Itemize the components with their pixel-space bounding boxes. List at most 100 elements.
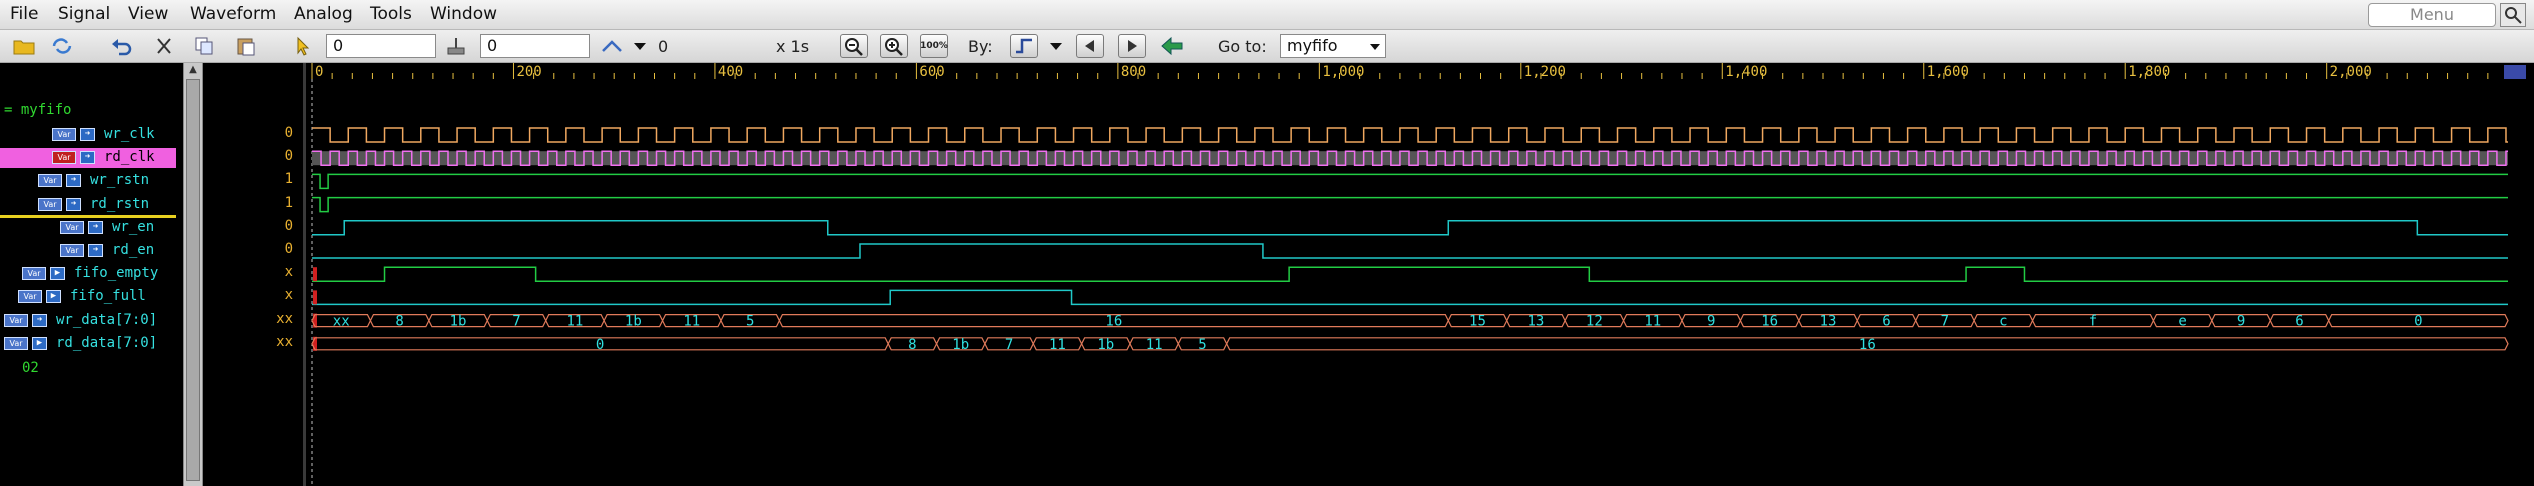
toolbar: 0 0 0 x 1s 100% By: Go to: myfifo xyxy=(0,30,2534,63)
var-icon: Var xyxy=(38,174,62,188)
search-icon[interactable] xyxy=(2500,3,2526,27)
zoom-in-icon[interactable] xyxy=(880,34,908,58)
bus-value: f xyxy=(2089,314,2097,330)
copy-icon[interactable] xyxy=(192,35,216,57)
waveform-pane[interactable]: 0 200 400 600 800 1,000 1,200 1,400 1,600 1,800 2,… xyxy=(306,63,2534,486)
paste-icon[interactable] xyxy=(234,35,258,57)
output-port-icon: ▶ xyxy=(32,336,47,350)
ruler-end-marker xyxy=(2504,65,2526,79)
menu-signal[interactable]: Signal xyxy=(58,4,110,24)
menu-tools[interactable]: Tools xyxy=(370,4,412,24)
bus-value: 11 xyxy=(566,314,583,330)
signal-row-wr_rstn[interactable]: Var ➜ wr_rstn xyxy=(0,171,176,191)
input-port-icon: ➜ xyxy=(66,197,81,211)
wave-wr_rstn xyxy=(312,173,2508,190)
signal-value: 1 xyxy=(284,171,293,188)
back-arrow-icon[interactable] xyxy=(1160,35,1184,57)
menu-analog[interactable]: Analog xyxy=(294,4,353,24)
scroll-up-icon[interactable]: ▲ xyxy=(186,64,200,76)
var-icon: Var xyxy=(38,197,62,211)
signal-name: rd_en xyxy=(112,242,155,258)
bus-value: 9 xyxy=(2237,314,2245,330)
menu-waveform[interactable]: Waveform xyxy=(190,4,276,24)
bus-value: 6 xyxy=(1882,314,1890,330)
wave-wr_en xyxy=(312,220,2508,236)
signal-name: rd_clk xyxy=(104,149,155,166)
time-scale: x 1s xyxy=(776,37,810,56)
signal-value: 1 xyxy=(284,194,293,211)
values-pane: 0 0 1 1 0 0 x x xx xx xyxy=(203,63,303,486)
bus-value: 1b xyxy=(1097,337,1114,353)
signal-row-rd_rstn[interactable]: Var ➜ rd_rstn xyxy=(0,195,176,215)
bus-value: 16 xyxy=(1859,337,1876,353)
cursor-pointer-icon[interactable] xyxy=(292,35,316,57)
signal-row-rd_data[interactable]: Var ▶ rd_data[7:0] xyxy=(0,334,176,354)
var-icon: Var xyxy=(52,151,76,165)
var-icon: Var xyxy=(52,128,76,141)
dropdown-triangle-icon[interactable] xyxy=(628,35,652,57)
signal-row-rd_clk[interactable]: Var ➜ rd_clk xyxy=(0,148,176,169)
bus-value: 1b xyxy=(952,337,969,353)
signal-name: fifo_empty xyxy=(74,265,159,282)
signal-row-wr_en[interactable]: Var ➜ wr_en xyxy=(0,218,176,238)
clock-band xyxy=(312,151,2508,166)
ruler-label: 800 xyxy=(1121,64,1146,80)
bus-value: 15 xyxy=(1469,314,1486,330)
marker-input[interactable]: 0 xyxy=(480,34,590,58)
ruler-label: 1,200 xyxy=(1524,64,1566,80)
delta-value: 0 xyxy=(658,37,669,56)
var-icon: Var xyxy=(60,220,84,234)
signal-row-wr_clk[interactable]: Var ➜ wr_clk xyxy=(0,125,176,145)
time-input[interactable]: 0 xyxy=(326,34,436,58)
bus-value: 7 xyxy=(1005,337,1013,353)
signal-row-wr_data[interactable]: Var ➜ wr_data[7:0] xyxy=(0,311,176,331)
menu-file[interactable]: File xyxy=(10,4,38,24)
scope-myfifo[interactable]: = myfifo xyxy=(4,102,71,122)
menu-search-input[interactable]: Menu xyxy=(2368,3,2496,27)
bus-value: 16 xyxy=(1105,314,1122,330)
edge-search-icon[interactable] xyxy=(1010,34,1038,58)
ruler-label: 0 xyxy=(315,64,323,80)
wave-fifo_empty xyxy=(312,266,2508,282)
bus-value: c xyxy=(1999,314,2007,330)
bus-value: 13 xyxy=(1820,314,1837,330)
signal-value: xx xyxy=(276,310,293,327)
input-port-icon: ➜ xyxy=(88,220,103,234)
signal-name: wr_clk xyxy=(104,126,155,142)
search-next-icon[interactable] xyxy=(1118,34,1146,58)
bus-value: xx xyxy=(333,314,350,330)
signal-row-rd_en[interactable]: Var ➜ rd_en xyxy=(0,241,176,261)
zoom-out-icon[interactable] xyxy=(840,34,868,58)
waveform-canvas[interactable]: 0 200 400 600 800 1,000 1,200 1,400 1,600 1,800 2,… xyxy=(306,63,2534,486)
by-dropdown-icon[interactable] xyxy=(1048,35,1064,57)
undo-icon[interactable] xyxy=(110,35,134,57)
cut-icon[interactable] xyxy=(152,35,176,57)
marker-icon[interactable] xyxy=(444,35,468,57)
signal-pane-scrollbar[interactable]: ▲ xyxy=(183,63,203,486)
ruler-label: 200 xyxy=(516,64,541,80)
scrollbar-thumb[interactable] xyxy=(186,79,200,481)
search-prev-icon[interactable] xyxy=(1076,34,1104,58)
bus-value: 16 xyxy=(1761,314,1778,330)
ruler-label: 2,000 xyxy=(2330,64,2372,80)
bus-value: 5 xyxy=(1198,337,1206,353)
bus-value: 5 xyxy=(746,314,754,330)
open-folder-icon[interactable] xyxy=(12,35,36,57)
menu-bar: File Signal View Waveform Analog Tools W… xyxy=(0,0,2534,30)
bus-value: 11 xyxy=(683,314,700,330)
delta-up-icon[interactable] xyxy=(600,35,624,57)
signal-row-fifo_full[interactable]: Var ▶ fifo_full xyxy=(0,287,176,307)
zoom-fit-button[interactable]: 100% xyxy=(920,34,948,58)
menu-window[interactable]: Window xyxy=(430,4,497,24)
signal-value: xx xyxy=(276,333,293,350)
goto-select[interactable]: myfifo xyxy=(1280,34,1386,58)
reload-icon[interactable] xyxy=(50,35,74,57)
bus-value: 12 xyxy=(1586,314,1603,330)
wave-fifo_full xyxy=(312,289,2508,306)
signal-row-fifo_empty[interactable]: Var ▶ fifo_empty xyxy=(0,264,176,284)
wave-rd_en xyxy=(312,243,2508,259)
menu-view[interactable]: View xyxy=(128,4,168,24)
signal-value: 0 xyxy=(284,125,293,141)
signal-name: fifo_full xyxy=(70,288,146,305)
signal-name: wr_en xyxy=(112,218,155,235)
